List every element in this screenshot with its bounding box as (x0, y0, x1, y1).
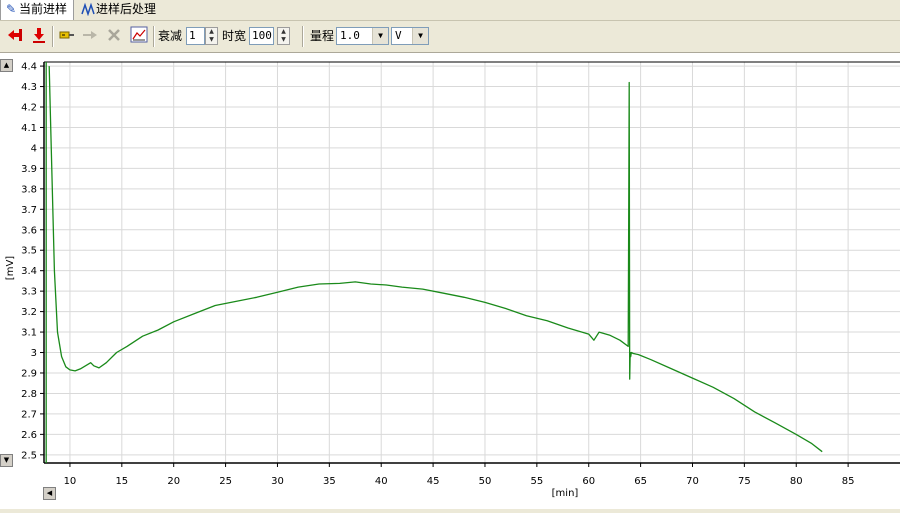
y-tick-label: 3.3 (21, 287, 37, 298)
tab-current-injection[interactable]: ✎ 当前进样 (0, 0, 74, 20)
unit-select[interactable]: V ▼ (391, 27, 429, 45)
x-tick-label: 40 (375, 476, 388, 487)
x-tick-label: 80 (790, 476, 803, 487)
attenuation-input[interactable]: 1 (186, 27, 205, 45)
y-tick-label: 4.1 (21, 123, 37, 134)
x-tick-label: 30 (271, 476, 284, 487)
y-tick-label: 4.4 (21, 62, 37, 73)
y-tick-label: 3.2 (21, 307, 37, 318)
chromatogram-chart: 10 15 20 25 30 35 40 45 50 55 60 65 70 75 80 85 2.5 2.6 2.… (5, 61, 900, 499)
chevron-down-icon[interactable]: ▼ (372, 28, 388, 44)
x-tick-label: 15 (115, 476, 128, 487)
y-tick-label: 3.9 (21, 164, 37, 175)
x-tick-label: 35 (323, 476, 336, 487)
scroll-up-button[interactable]: ▲ (0, 59, 13, 72)
y-tick-label: 4 (31, 143, 37, 154)
spin-down-icon[interactable]: ▼ (206, 36, 217, 44)
delete-disabled-icon[interactable] (104, 26, 124, 46)
x-tick-label: 60 (582, 476, 595, 487)
attenuation-label: 衰减 (158, 29, 183, 43)
x-tick-label: 50 (479, 476, 492, 487)
timewidth-input[interactable]: 100 (249, 27, 274, 45)
x-axis-label: [min] (552, 488, 579, 499)
y-tick-label: 3.6 (21, 225, 37, 236)
y-tick-label: 3 (31, 348, 37, 359)
y-tick-label: 3.1 (21, 328, 37, 339)
arrow-left-red-icon[interactable] (5, 26, 25, 46)
y-tick-label: 2.5 (21, 450, 37, 461)
y-tick-label: 2.9 (21, 368, 37, 379)
tab-current-injection-label: 当前进样 (19, 2, 68, 16)
range-label: 量程 (310, 29, 335, 43)
toolbar: 衰减 1 ▲ ▼ 时宽 100 ▲ ▼ 量程 1.0 ▼ V ▼ (0, 21, 900, 53)
x-tick-label: 45 (427, 476, 440, 487)
x-tick-label: 70 (686, 476, 699, 487)
range-select-value: 1.0 (340, 29, 360, 42)
peaks-icon (81, 2, 95, 17)
y-tick-label: 2.6 (21, 430, 37, 441)
x-tick-label: 10 (64, 476, 77, 487)
x-tick-label: 75 (738, 476, 751, 487)
attenuation-spinner[interactable]: ▲ ▼ (205, 27, 218, 45)
y-tick-label: 3.8 (21, 184, 37, 195)
tab-strip: ✎ 当前进样 进样后处理 (0, 0, 900, 21)
scroll-left-button[interactable]: ◀ (43, 487, 56, 500)
tab-post-processing-label: 进样后处理 (96, 2, 157, 16)
chromatogram-panel: 10 15 20 25 30 35 40 45 50 55 60 65 70 75 80 85 2.5 2.6 2.… (0, 53, 900, 509)
x-tick-label: 20 (167, 476, 180, 487)
arrow-down-red-icon[interactable] (29, 26, 49, 46)
timewidth-label: 时宽 (222, 29, 247, 43)
spin-up-icon[interactable]: ▲ (206, 28, 217, 36)
y-tick-label: 2.7 (21, 409, 37, 420)
plot-area (44, 62, 900, 463)
timewidth-spinner[interactable]: ▲ ▼ (277, 27, 290, 45)
y-tick-label: 2.8 (21, 389, 37, 400)
x-tick-label: 65 (634, 476, 647, 487)
key-icon[interactable] (57, 26, 77, 46)
y-tick-label: 3.5 (21, 246, 37, 257)
range-select[interactable]: 1.0 ▼ (336, 27, 389, 45)
spin-down-icon[interactable]: ▼ (278, 36, 289, 44)
y-tick-label: 3.4 (21, 266, 37, 277)
pointer-disabled-icon[interactable] (80, 26, 100, 46)
x-tick-label: 25 (219, 476, 232, 487)
scroll-down-button[interactable]: ▼ (0, 454, 13, 467)
tab-post-processing[interactable]: 进样后处理 (78, 0, 182, 20)
x-tick-label: 55 (530, 476, 543, 487)
toolbar-separator (302, 26, 304, 47)
y-tick-label: 4.3 (21, 82, 37, 93)
x-tick-label: 85 (842, 476, 855, 487)
toolbar-separator (52, 26, 54, 47)
toolbar-separator (153, 26, 155, 47)
chevron-down-icon[interactable]: ▼ (412, 28, 428, 44)
spin-up-icon[interactable]: ▲ (278, 28, 289, 36)
chart-icon[interactable] (129, 26, 149, 46)
y-tick-label: 3.7 (21, 205, 37, 216)
y-axis-label: [mV] (5, 256, 16, 280)
y-tick-label: 4.2 (21, 103, 37, 114)
unit-select-value: V (395, 29, 402, 42)
wrench-icon: ✎ (5, 2, 17, 16)
